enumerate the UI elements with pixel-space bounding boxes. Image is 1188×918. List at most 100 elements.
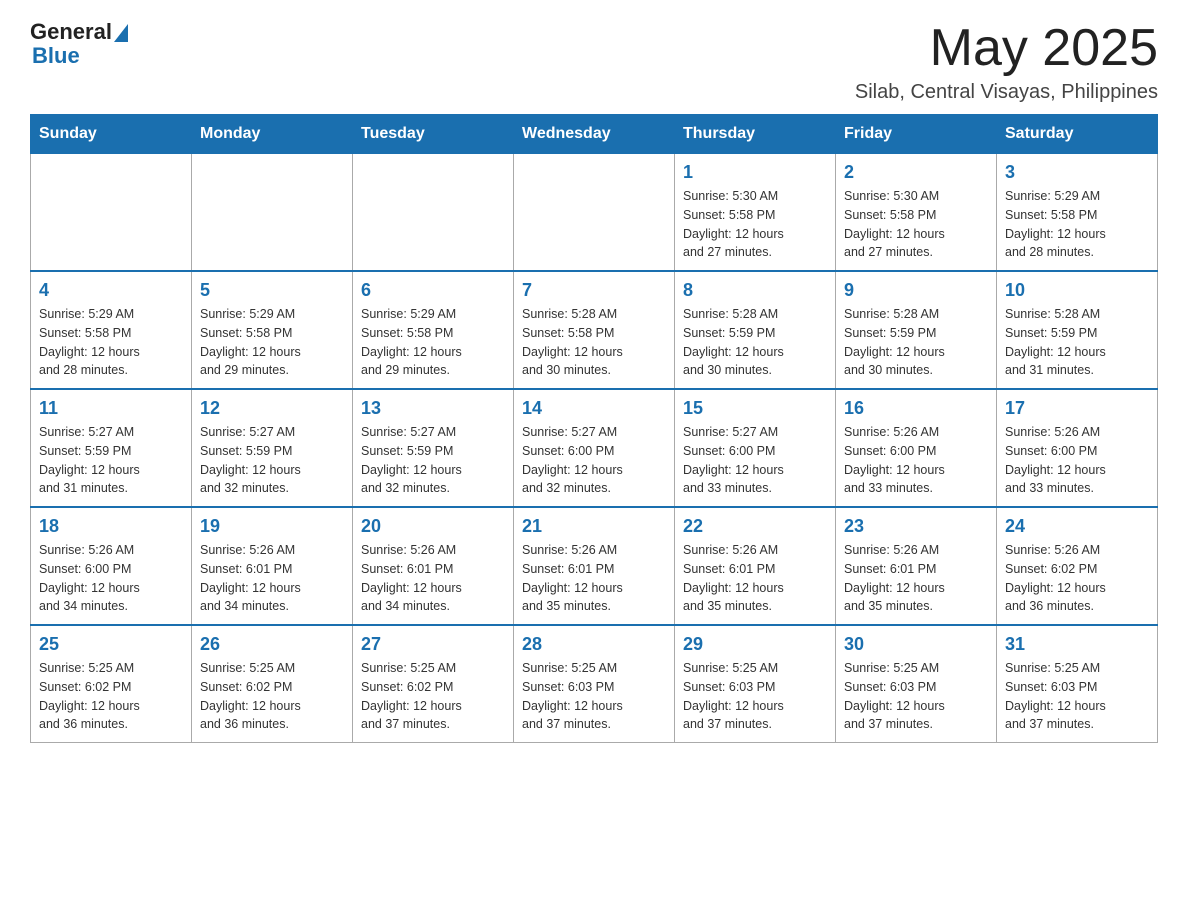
day-number: 13 — [361, 398, 505, 419]
day-number: 8 — [683, 280, 827, 301]
day-info: Sunrise: 5:29 AMSunset: 5:58 PMDaylight:… — [1005, 187, 1149, 262]
calendar-cell — [514, 154, 675, 272]
title-block: May 2025 Silab, Central Visayas, Philipp… — [855, 20, 1158, 104]
weekday-header-sunday: Sunday — [31, 115, 192, 154]
calendar-cell: 17Sunrise: 5:26 AMSunset: 6:00 PMDayligh… — [997, 389, 1158, 507]
calendar-cell: 16 Sunrise: 5:26 AMSunset: 6:00 PMDayligh… — [836, 389, 997, 507]
calendar-cell: 10 Sunrise: 5:28 AMSunset: 5:59 PMDayligh… — [997, 271, 1158, 389]
day-info: Sunrise: 5:29 AMSunset: 5:58 PMDaylight:… — [361, 305, 505, 380]
day-info: Sunrise: 5:26 AMSunset: 6:01 PMDaylight:… — [361, 541, 505, 616]
calendar-week-row: 4 Sunrise: 5:29 AMSunset: 5:58 PMDaylight… — [31, 271, 1158, 389]
day-number: 19 — [200, 516, 344, 537]
weekday-header-friday: Friday — [836, 115, 997, 154]
day-number: 26 — [200, 634, 344, 655]
day-number: 6 — [361, 280, 505, 301]
day-number: 7 — [522, 280, 666, 301]
day-number: 30 — [844, 634, 988, 655]
calendar-cell: 26 Sunrise: 5:25 AMSunset: 6:02 PMDayligh… — [192, 625, 353, 743]
day-info: Sunrise: 5:28 AMSunset: 5:58 PMDaylight:… — [522, 305, 666, 380]
calendar-cell: 12Sunrise: 5:27 AMSunset: 5:59 PMDayligh… — [192, 389, 353, 507]
day-number: 2 — [844, 162, 988, 183]
day-info: Sunrise: 5:26 AMSunset: 6:00 PMDaylight:… — [39, 541, 183, 616]
calendar-cell: 13 Sunrise: 5:27 AMSunset: 5:59 PMDayligh… — [353, 389, 514, 507]
calendar-week-row: 25Sunrise: 5:25 AMSunset: 6:02 PMDayligh… — [31, 625, 1158, 743]
day-number: 21 — [522, 516, 666, 537]
day-info: Sunrise: 5:25 AMSunset: 6:03 PMDaylight:… — [683, 659, 827, 734]
day-number: 14 — [522, 398, 666, 419]
calendar-cell: 22Sunrise: 5:26 AMSunset: 6:01 PMDayligh… — [675, 507, 836, 625]
weekday-header-thursday: Thursday — [675, 115, 836, 154]
day-info: Sunrise: 5:26 AMSunset: 6:01 PMDaylight:… — [200, 541, 344, 616]
day-number: 31 — [1005, 634, 1149, 655]
calendar-cell: 7 Sunrise: 5:28 AMSunset: 5:58 PMDaylight… — [514, 271, 675, 389]
day-number: 20 — [361, 516, 505, 537]
location-title: Silab, Central Visayas, Philippines — [855, 81, 1158, 104]
day-number: 10 — [1005, 280, 1149, 301]
calendar-cell: 20 Sunrise: 5:26 AMSunset: 6:01 PMDayligh… — [353, 507, 514, 625]
calendar-cell: 6 Sunrise: 5:29 AMSunset: 5:58 PMDaylight… — [353, 271, 514, 389]
calendar-cell: 31 Sunrise: 5:25 AMSunset: 6:03 PMDayligh… — [997, 625, 1158, 743]
calendar-week-row: 11 Sunrise: 5:27 AMSunset: 5:59 PMDayligh… — [31, 389, 1158, 507]
calendar-week-row: 1 Sunrise: 5:30 AMSunset: 5:58 PMDaylight… — [31, 154, 1158, 272]
day-info: Sunrise: 5:25 AMSunset: 6:03 PMDaylight:… — [522, 659, 666, 734]
calendar-cell: 4 Sunrise: 5:29 AMSunset: 5:58 PMDaylight… — [31, 271, 192, 389]
day-info: Sunrise: 5:29 AMSunset: 5:58 PMDaylight:… — [200, 305, 344, 380]
day-number: 11 — [39, 398, 183, 419]
day-info: Sunrise: 5:26 AMSunset: 6:02 PMDaylight:… — [1005, 541, 1149, 616]
calendar-cell — [192, 154, 353, 272]
day-info: Sunrise: 5:25 AMSunset: 6:02 PMDaylight:… — [39, 659, 183, 734]
calendar-cell: 28 Sunrise: 5:25 AMSunset: 6:03 PMDayligh… — [514, 625, 675, 743]
day-info: Sunrise: 5:27 AMSunset: 6:00 PMDaylight:… — [522, 423, 666, 498]
calendar-week-row: 18 Sunrise: 5:26 AMSunset: 6:00 PMDayligh… — [31, 507, 1158, 625]
calendar-table: SundayMondayTuesdayWednesdayThursdayFrid… — [30, 114, 1158, 743]
calendar-cell: 23Sunrise: 5:26 AMSunset: 6:01 PMDayligh… — [836, 507, 997, 625]
day-number: 4 — [39, 280, 183, 301]
calendar-cell: 15 Sunrise: 5:27 AMSunset: 6:00 PMDayligh… — [675, 389, 836, 507]
calendar-cell: 24 Sunrise: 5:26 AMSunset: 6:02 PMDayligh… — [997, 507, 1158, 625]
day-number: 22 — [683, 516, 827, 537]
day-number: 15 — [683, 398, 827, 419]
day-info: Sunrise: 5:25 AMSunset: 6:03 PMDaylight:… — [1005, 659, 1149, 734]
day-info: Sunrise: 5:29 AMSunset: 5:58 PMDaylight:… — [39, 305, 183, 380]
calendar-cell: 9Sunrise: 5:28 AMSunset: 5:59 PMDaylight… — [836, 271, 997, 389]
logo-general: General — [30, 20, 112, 44]
calendar-cell — [353, 154, 514, 272]
day-info: Sunrise: 5:28 AMSunset: 5:59 PMDaylight:… — [1005, 305, 1149, 380]
calendar-cell: 29 Sunrise: 5:25 AMSunset: 6:03 PMDayligh… — [675, 625, 836, 743]
day-number: 27 — [361, 634, 505, 655]
logo: General Blue — [30, 20, 128, 68]
day-number: 28 — [522, 634, 666, 655]
day-number: 1 — [683, 162, 827, 183]
day-number: 3 — [1005, 162, 1149, 183]
calendar-cell: 3 Sunrise: 5:29 AMSunset: 5:58 PMDaylight… — [997, 154, 1158, 272]
day-info: Sunrise: 5:26 AMSunset: 6:00 PMDaylight:… — [1005, 423, 1149, 498]
day-number: 18 — [39, 516, 183, 537]
calendar-cell: 8 Sunrise: 5:28 AMSunset: 5:59 PMDaylight… — [675, 271, 836, 389]
day-number: 12 — [200, 398, 344, 419]
day-info: Sunrise: 5:25 AMSunset: 6:02 PMDaylight:… — [361, 659, 505, 734]
calendar-cell: 5Sunrise: 5:29 AMSunset: 5:58 PMDaylight… — [192, 271, 353, 389]
calendar-cell — [31, 154, 192, 272]
logo-blue: Blue — [32, 44, 80, 68]
day-info: Sunrise: 5:27 AMSunset: 5:59 PMDaylight:… — [361, 423, 505, 498]
calendar-cell: 30Sunrise: 5:25 AMSunset: 6:03 PMDayligh… — [836, 625, 997, 743]
day-info: Sunrise: 5:30 AMSunset: 5:58 PMDaylight:… — [844, 187, 988, 262]
month-title: May 2025 — [855, 20, 1158, 77]
calendar-cell: 27 Sunrise: 5:25 AMSunset: 6:02 PMDayligh… — [353, 625, 514, 743]
weekday-header-monday: Monday — [192, 115, 353, 154]
day-info: Sunrise: 5:28 AMSunset: 5:59 PMDaylight:… — [683, 305, 827, 380]
day-info: Sunrise: 5:25 AMSunset: 6:02 PMDaylight:… — [200, 659, 344, 734]
day-number: 16 — [844, 398, 988, 419]
day-number: 24 — [1005, 516, 1149, 537]
day-info: Sunrise: 5:28 AMSunset: 5:59 PMDaylight:… — [844, 305, 988, 380]
calendar-cell: 18 Sunrise: 5:26 AMSunset: 6:00 PMDayligh… — [31, 507, 192, 625]
day-info: Sunrise: 5:27 AMSunset: 5:59 PMDaylight:… — [39, 423, 183, 498]
calendar-cell: 25Sunrise: 5:25 AMSunset: 6:02 PMDayligh… — [31, 625, 192, 743]
logo-triangle-icon — [114, 24, 128, 42]
day-number: 23 — [844, 516, 988, 537]
day-number: 29 — [683, 634, 827, 655]
day-info: Sunrise: 5:26 AMSunset: 6:01 PMDaylight:… — [522, 541, 666, 616]
day-info: Sunrise: 5:26 AMSunset: 6:00 PMDaylight:… — [844, 423, 988, 498]
weekday-header-tuesday: Tuesday — [353, 115, 514, 154]
day-info: Sunrise: 5:27 AMSunset: 6:00 PMDaylight:… — [683, 423, 827, 498]
